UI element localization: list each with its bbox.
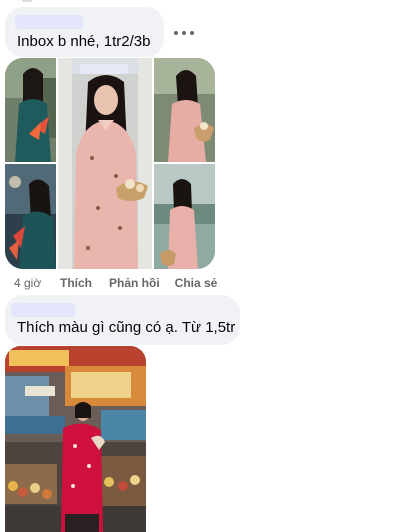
like-link[interactable]: Thích	[60, 276, 92, 290]
comment-bubble-1: Inbox b nhé, 1tr2/3b	[5, 7, 164, 57]
more-horizontal-icon	[174, 31, 178, 35]
commenter-name-redacted[interactable]	[11, 303, 75, 317]
comment-text: Thích màu gì cũng có ạ. Từ 1,5tr	[17, 319, 236, 336]
commenter-name-redacted[interactable]	[15, 15, 83, 29]
previous-comment-fragment	[22, 0, 32, 2]
reply-link[interactable]: Phản hồi	[109, 276, 160, 290]
collage-photo-3[interactable]	[58, 58, 152, 269]
more-horizontal-icon	[190, 31, 194, 35]
photo-collage[interactable]	[5, 58, 215, 269]
more-options-button[interactable]	[174, 28, 194, 38]
collage-photo-2[interactable]	[5, 164, 56, 269]
collage-photo-1[interactable]	[5, 58, 56, 162]
share-link[interactable]: Chia sẻ	[175, 276, 218, 290]
collage-photo-5[interactable]	[154, 164, 215, 269]
comment-bubble-2: Thích màu gì cũng có ạ. Từ 1,5tr	[5, 295, 240, 345]
street-photo[interactable]	[5, 346, 146, 532]
comment-timestamp[interactable]: 4 giờ	[14, 276, 58, 290]
collage-photo-4[interactable]	[154, 58, 215, 162]
comment-actions: 4 giờ Thích Phản hồi Chia sẻ	[14, 275, 217, 291]
more-horizontal-icon	[182, 31, 186, 35]
comment-text: Inbox b nhé, 1tr2/3b	[17, 33, 151, 50]
